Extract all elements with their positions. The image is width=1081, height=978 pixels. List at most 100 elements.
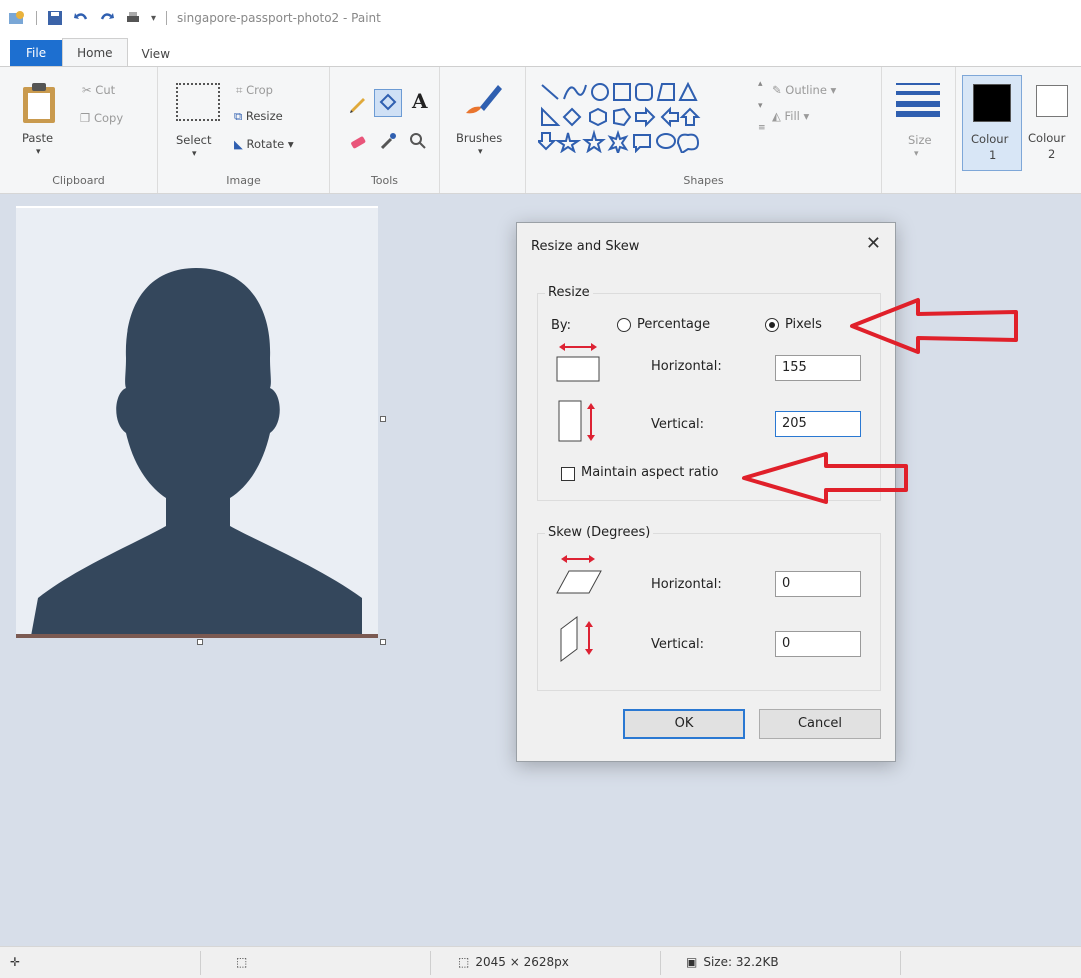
copy-icon: ❐ (80, 111, 91, 125)
close-icon[interactable]: ✕ (866, 233, 881, 254)
resize-vertical-label: Vertical: (651, 417, 705, 432)
percentage-radio[interactable] (617, 318, 631, 332)
select-button-label[interactable]: Select (176, 133, 211, 147)
tools-group-label: Tools (370, 174, 399, 187)
colour1-label-line1: Colour (971, 132, 1009, 146)
image-group-label: Image (226, 174, 261, 187)
image-canvas[interactable] (16, 206, 378, 638)
resize-icon: ⧉ (234, 109, 243, 123)
by-label: By: (551, 318, 572, 333)
paste-icon[interactable] (20, 81, 58, 125)
size-group: Size ▾ (882, 67, 956, 193)
divider (900, 951, 901, 975)
tab-view[interactable]: View (128, 42, 184, 66)
divider (166, 11, 168, 25)
crop-icon: ⌗ (236, 83, 243, 97)
dialog-title: Resize and Skew (531, 239, 640, 254)
image-size-icon: ⬚ (458, 955, 470, 969)
eraser-icon[interactable] (348, 131, 368, 151)
divider (660, 951, 661, 975)
resize-horizontal-input[interactable]: 155 (775, 355, 861, 381)
colour2-button[interactable]: Colour 2 (1024, 75, 1081, 171)
percentage-label[interactable]: Percentage (637, 317, 710, 332)
image-dimensions: ⬚ 2045 × 2628px (458, 955, 569, 969)
disk-icon: ▣ (686, 955, 698, 969)
copy-button[interactable]: ❐ Copy (80, 111, 123, 125)
quick-access-toolbar: ▾ (8, 10, 168, 26)
resize-vertical-input[interactable]: 205 (775, 411, 861, 437)
fill-bucket-icon[interactable] (374, 89, 402, 117)
horizontal-resize-icon (556, 343, 600, 382)
shapes-more-icon[interactable]: ≡ (758, 123, 766, 133)
colour2-swatch (1036, 85, 1068, 117)
resize-handle-corner[interactable] (380, 639, 386, 645)
ok-button[interactable]: OK (623, 709, 745, 739)
maintain-aspect-ratio-label[interactable]: Maintain aspect ratio (581, 465, 718, 480)
fill-icon: ◭ (772, 109, 781, 123)
maintain-aspect-ratio-checkbox[interactable] (561, 467, 575, 481)
resize-legend: Resize (545, 285, 593, 300)
outline-icon: ✎ (772, 83, 782, 97)
brushes-button-label[interactable]: Brushes (456, 131, 502, 145)
redo-icon[interactable] (99, 10, 115, 26)
crop-button[interactable]: ⌗ Crop (236, 83, 273, 98)
select-dropdown-chevron-icon[interactable]: ▾ (192, 149, 197, 159)
brushes-dropdown-chevron-icon[interactable]: ▾ (478, 147, 483, 157)
paste-button-label[interactable]: Paste (22, 131, 53, 145)
shapes-scroll-down-icon[interactable]: ▾ (758, 101, 763, 111)
scissors-icon: ✂ (82, 83, 92, 97)
color-picker-icon[interactable] (378, 131, 398, 151)
clipboard-group-label: Clipboard (52, 174, 105, 187)
brush-icon[interactable] (462, 79, 504, 121)
tools-group: A Tools (330, 67, 440, 193)
skew-horizontal-label: Horizontal: (651, 577, 722, 592)
colour1-button[interactable]: Colour 1 (962, 75, 1022, 171)
ribbon: Paste ▾ ✂ Cut ❐ Copy Clipboard Select ▾ … (0, 66, 1081, 194)
cursor-position-icon: ✛ (10, 955, 21, 969)
pixels-radio[interactable] (765, 318, 779, 332)
cut-button[interactable]: ✂ Cut (82, 83, 115, 97)
size-dropdown-chevron-icon[interactable]: ▾ (914, 149, 919, 159)
paint-app-icon (9, 11, 24, 24)
rotate-icon: ◣ (234, 137, 243, 151)
customize-toolbar-chevron-icon[interactable]: ▾ (151, 13, 156, 24)
resize-handle-right[interactable] (380, 416, 386, 422)
clipboard-group: Paste ▾ ✂ Cut ❐ Copy Clipboard (0, 67, 158, 193)
rotate-button[interactable]: ◣ Rotate ▾ (234, 137, 294, 151)
person-silhouette (31, 268, 362, 634)
tab-home[interactable]: Home (62, 38, 128, 66)
fill-button[interactable]: ◭ Fill ▾ (772, 109, 809, 123)
paste-dropdown-chevron-icon[interactable]: ▾ (36, 147, 41, 157)
vertical-skew-icon (560, 616, 593, 662)
shapes-gallery[interactable] (538, 81, 756, 153)
divider (36, 11, 37, 25)
outline-button[interactable]: ✎ Outline ▾ (772, 83, 836, 97)
image-group: Select ▾ ⌗ Crop ⧉ Resize ◣ Rotate ▾ Imag… (158, 67, 330, 193)
colour1-swatch (973, 84, 1011, 122)
text-tool-icon[interactable]: A (412, 89, 428, 113)
horizontal-skew-icon (556, 555, 602, 594)
pencil-icon[interactable] (348, 93, 368, 113)
shapes-scroll-up-icon[interactable]: ▴ (758, 79, 763, 89)
vertical-resize-icon (558, 400, 595, 442)
pixels-label[interactable]: Pixels (785, 317, 822, 332)
cancel-button[interactable]: Cancel (759, 709, 881, 739)
save-icon[interactable] (47, 10, 63, 26)
status-bar: ✛ ⬚ ⬚ 2045 × 2628px ▣ Size: 32.2KB (0, 946, 1081, 978)
skew-vertical-input[interactable]: 0 (775, 631, 861, 657)
colour2-label-line2: 2 (1048, 147, 1056, 161)
size-lines-icon[interactable] (896, 81, 940, 117)
window-title: singapore-passport-photo2 - Paint (177, 11, 381, 25)
size-button-label[interactable]: Size (908, 133, 932, 147)
title-bar: ▾ singapore-passport-photo2 - Paint (0, 0, 1081, 36)
resize-handle-bottom[interactable] (197, 639, 203, 645)
select-icon[interactable] (176, 83, 220, 121)
file-size: ▣ Size: 32.2KB (686, 955, 779, 969)
skew-legend: Skew (Degrees) (545, 525, 654, 540)
tab-file[interactable]: File (10, 40, 63, 66)
skew-horizontal-input[interactable]: 0 (775, 571, 861, 597)
print-icon[interactable] (125, 10, 141, 26)
undo-icon[interactable] (73, 10, 89, 26)
resize-button[interactable]: ⧉ Resize (234, 109, 283, 124)
magnifier-icon[interactable] (408, 131, 428, 151)
